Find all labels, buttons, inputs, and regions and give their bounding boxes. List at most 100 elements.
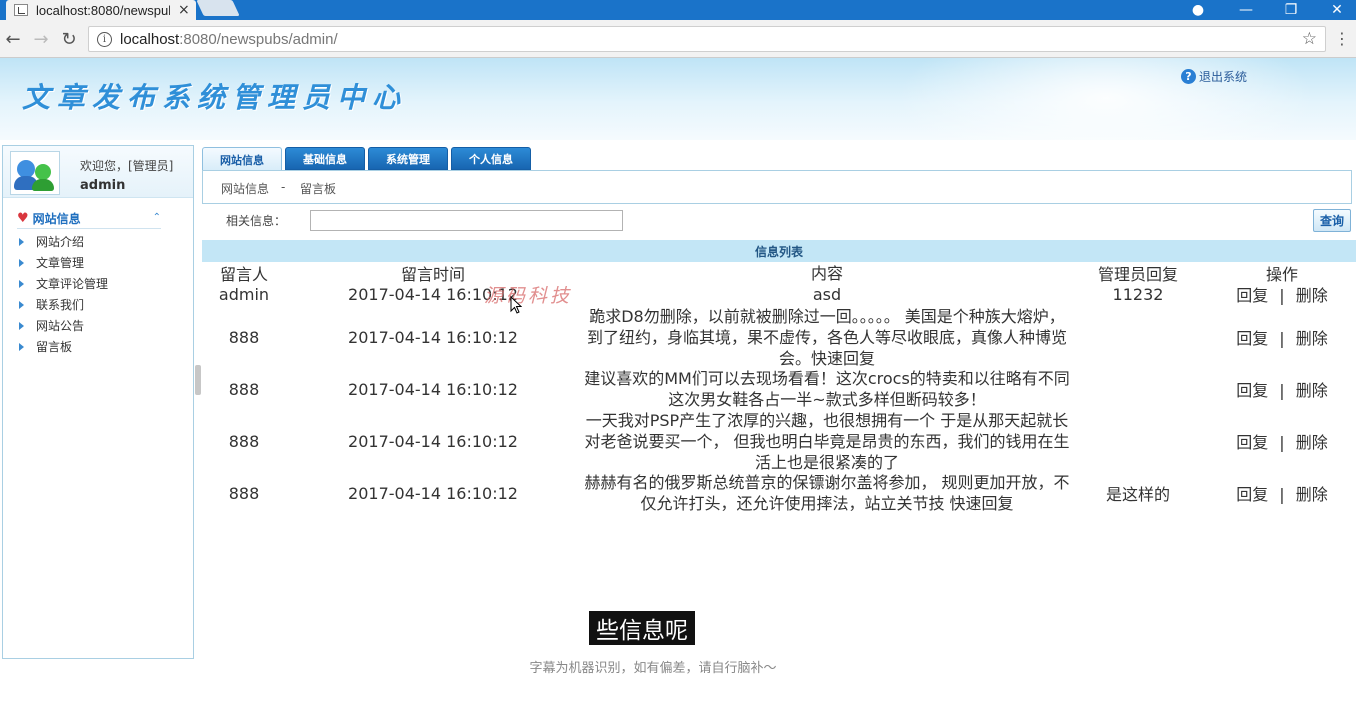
breadcrumb-parent[interactable]: 网站信息	[221, 180, 269, 197]
help-icon: ?	[1181, 69, 1196, 84]
table-row: admin 2017-04-14 16:10:12 asd 11232 回复 | 删…	[202, 284, 1356, 306]
minimize-icon[interactable]: —	[1223, 0, 1269, 20]
nav-section-label: 网站信息	[32, 212, 81, 226]
table-header-row: 留言人 留言时间 内容 管理员回复 操作	[202, 263, 1356, 285]
delete-link[interactable]: 删除	[1296, 329, 1328, 348]
cell-content: 跪求D8勿删除，以前就被删除过一回。。。。。 美国是个种族大熔炉，到了纽约，身临…	[586, 306, 1067, 368]
cell-author: 888	[228, 483, 260, 503]
cell-author: 888	[228, 431, 260, 451]
video-subtitle: 些信息呢	[589, 611, 695, 645]
url-text: localhost:8080/newspubs/admin/	[120, 30, 338, 48]
bookmark-star-icon[interactable]: ☆	[1302, 29, 1317, 49]
tab-close-icon[interactable]: ×	[178, 2, 190, 18]
cell-author: 888	[228, 379, 260, 399]
sidebar-item-announcement[interactable]: 网站公告	[17, 315, 108, 336]
nav-section-header[interactable]: ♥ 网站信息 ⌃	[17, 209, 161, 229]
tab-personal-info[interactable]: 个人信息	[451, 147, 531, 170]
mouse-cursor-icon	[510, 296, 522, 314]
sidebar-item-article-manage[interactable]: 文章管理	[17, 252, 108, 273]
cell-reply: 11232	[1112, 284, 1164, 304]
subtitle-disclaimer: 字幕为机器识别，如有偏差，请自行脑补～	[529, 661, 777, 676]
filter-input[interactable]	[310, 210, 623, 231]
arrow-right-icon	[19, 321, 24, 330]
new-tab-button[interactable]	[196, 0, 240, 16]
cell-content: 建议喜欢的MM们可以去现场看看！这次crocs的特卖和以往略有不同 这次男女鞋各…	[584, 369, 1070, 409]
sidebar-item-guestbook[interactable]: 留言板	[17, 336, 108, 357]
cell-author: admin	[218, 284, 270, 304]
table-row: 888 2017-04-14 16:10:12 建议喜欢的MM们可以去现场看看！…	[202, 368, 1356, 410]
tab-basic-info[interactable]: 基础信息	[285, 147, 365, 170]
arrow-right-icon	[19, 342, 24, 351]
breadcrumb-current: 留言板	[300, 182, 337, 196]
page-favicon-icon	[14, 4, 28, 16]
delete-link[interactable]: 删除	[1296, 286, 1328, 305]
header-author: 留言人	[219, 265, 268, 284]
sidebar: 欢迎您，[管理员] admin ♥ 网站信息 ⌃ 网站介绍 文章管理 文章评论管…	[2, 145, 194, 659]
site-title: 文章发布系统管理员中心	[22, 81, 408, 114]
header-content: 内容	[810, 263, 843, 283]
cell-author: 888	[228, 327, 260, 347]
reply-link[interactable]: 回复	[1236, 381, 1268, 400]
maximize-icon[interactable]: ❐	[1268, 0, 1314, 20]
cell-time: 2017-04-14 16:10:12	[348, 284, 518, 304]
avatar	[10, 151, 60, 195]
reply-link[interactable]: 回复	[1236, 485, 1268, 504]
cell-actions: 回复 | 删除	[1236, 329, 1328, 348]
breadcrumb-separator: -	[281, 180, 286, 194]
sidebar-item-site-intro[interactable]: 网站介绍	[17, 231, 108, 252]
breadcrumb: 网站信息 - 留言板	[202, 170, 1352, 204]
profile-icon[interactable]: ●	[1175, 0, 1221, 20]
address-bar[interactable]: i localhost:8080/newspubs/admin/ ☆	[88, 26, 1326, 52]
cell-time: 2017-04-14 16:10:12	[348, 483, 518, 503]
delete-link[interactable]: 删除	[1296, 433, 1328, 452]
cell-content: asd	[812, 284, 842, 304]
filter-label: 相关信息：	[226, 214, 287, 228]
table-row: 888 2017-04-14 16:10:12 一天我对PSP产生了浓厚的兴趣，…	[202, 410, 1356, 472]
delete-link[interactable]: 删除	[1296, 485, 1328, 504]
cell-time: 2017-04-14 16:10:12	[348, 431, 518, 451]
logout-link[interactable]: ? 退出系统	[1181, 68, 1247, 85]
cell-time: 2017-04-14 16:10:12	[348, 379, 518, 399]
arrow-right-icon	[19, 300, 24, 309]
table-row: 888 2017-04-14 16:10:12 跪求D8勿删除，以前就被删除过一…	[202, 306, 1356, 368]
user-box: 欢迎您，[管理员] admin	[3, 146, 193, 198]
browser-tab[interactable]: localhost:8080/newspubs ×	[6, 0, 196, 20]
browser-toolbar: ← → ↻ i localhost:8080/newspubs/admin/ ☆…	[0, 20, 1356, 58]
query-button[interactable]: 查询	[1313, 209, 1351, 232]
tab-site-info[interactable]: 网站信息	[202, 147, 282, 171]
sidebar-item-contact[interactable]: 联系我们	[17, 294, 108, 315]
cell-actions: 回复 | 删除	[1236, 433, 1328, 452]
cell-reply: 是这样的	[1105, 485, 1170, 504]
arrow-right-icon	[19, 279, 24, 288]
arrow-right-icon	[19, 258, 24, 267]
reply-link[interactable]: 回复	[1236, 433, 1268, 452]
forward-arrow-icon[interactable]: →	[30, 28, 52, 50]
header-time: 留言时间	[400, 265, 465, 284]
cell-content: 赫赫有名的俄罗斯总统普京的保镖谢尔盖将参加， 规则更加开放，不仅允许打头，还允许…	[584, 473, 1070, 513]
section-heart-icon: ♥	[17, 211, 29, 226]
browser-menu-icon[interactable]: ⋮	[1334, 29, 1350, 48]
back-arrow-icon[interactable]: ←	[2, 28, 24, 50]
tab-title: localhost:8080/newspubs	[36, 2, 170, 18]
sidebar-item-comment-manage[interactable]: 文章评论管理	[17, 273, 108, 294]
table-row: 888 2017-04-14 16:10:12 赫赫有名的俄罗斯总统普京的保镖谢…	[202, 472, 1356, 514]
main-tabs: 网站信息 基础信息 系统管理 个人信息	[202, 147, 534, 171]
reply-link[interactable]: 回复	[1236, 329, 1268, 348]
page-header: 文章发布系统管理员中心 ? 退出系统	[0, 58, 1356, 140]
site-info-icon[interactable]: i	[97, 31, 112, 47]
cell-content: 一天我对PSP产生了浓厚的兴趣，也很想拥有一个 于是从那天起就长对老爸说要买一个…	[584, 410, 1070, 472]
cell-actions: 回复 | 删除	[1236, 381, 1328, 400]
reload-icon[interactable]: ↻	[58, 28, 80, 50]
welcome-text: 欢迎您，[管理员]	[80, 159, 174, 173]
arrow-right-icon	[19, 237, 24, 246]
cell-actions: 回复 | 删除	[1236, 286, 1328, 305]
sidebar-splitter[interactable]	[195, 365, 201, 395]
cell-actions: 回复 | 删除	[1236, 485, 1328, 504]
header-reply: 管理员回复	[1097, 265, 1178, 284]
close-window-icon[interactable]: ✕	[1314, 0, 1356, 20]
delete-link[interactable]: 删除	[1296, 381, 1328, 400]
reply-link[interactable]: 回复	[1236, 286, 1268, 305]
list-title: 信息列表	[202, 240, 1356, 262]
tab-system-manage[interactable]: 系统管理	[368, 147, 448, 170]
collapse-icon[interactable]: ⌃	[153, 212, 161, 223]
